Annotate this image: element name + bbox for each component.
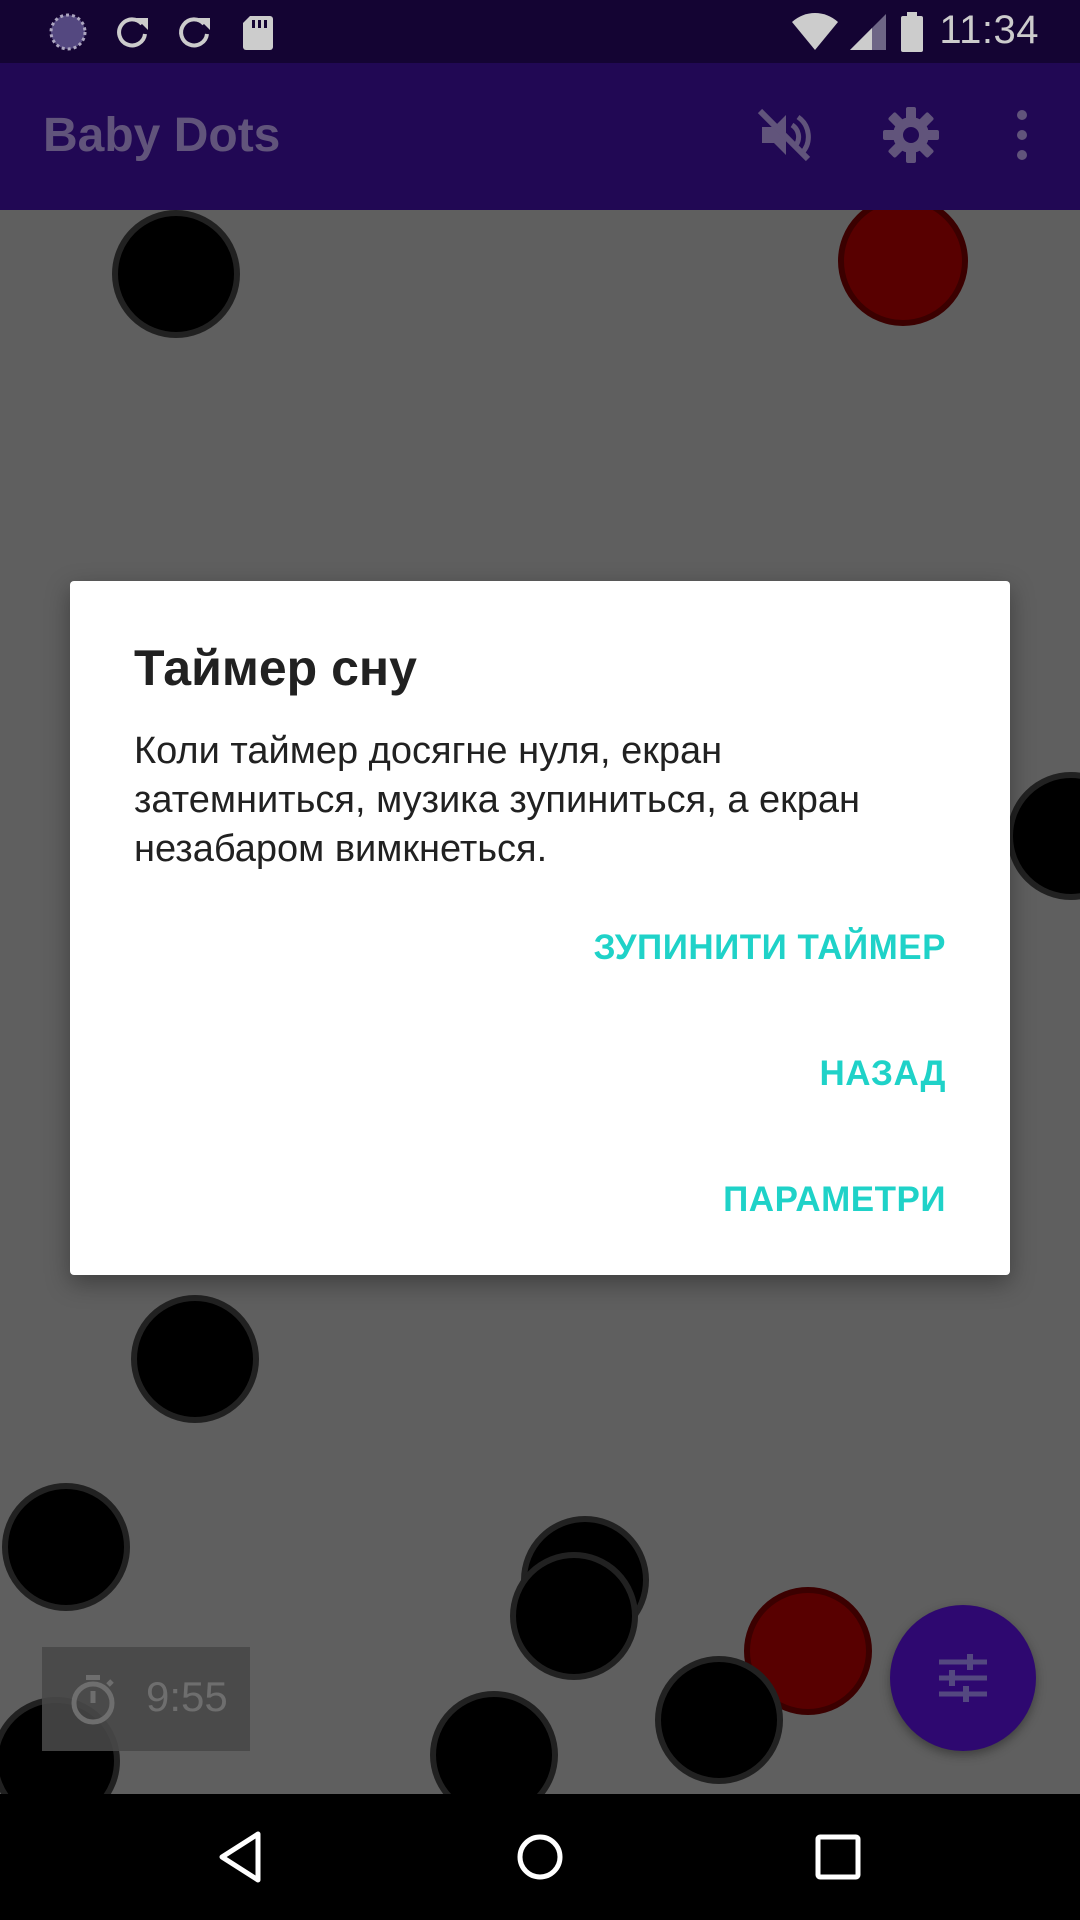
screen: 11:34 Baby Dots 9:55 Таймер сну Коли тай… (0, 0, 1080, 1920)
settings-button[interactable]: ПАРАМЕТРИ (723, 1180, 946, 1220)
navigation-bar (0, 1794, 1080, 1920)
back-button[interactable]: НАЗАД (820, 1054, 947, 1094)
sleep-timer-dialog: Таймер сну Коли таймер досягне нуля, екр… (70, 581, 1010, 1275)
home-icon[interactable] (507, 1824, 573, 1890)
stop-timer-button[interactable]: ЗУПИНИТИ ТАЙМЕР (594, 928, 946, 968)
back-icon[interactable] (208, 1824, 274, 1890)
dialog-title: Таймер сну (134, 640, 417, 696)
dialog-message: Коли таймер досягне нуля, екран затемнит… (134, 730, 861, 870)
recents-icon[interactable] (805, 1824, 871, 1890)
